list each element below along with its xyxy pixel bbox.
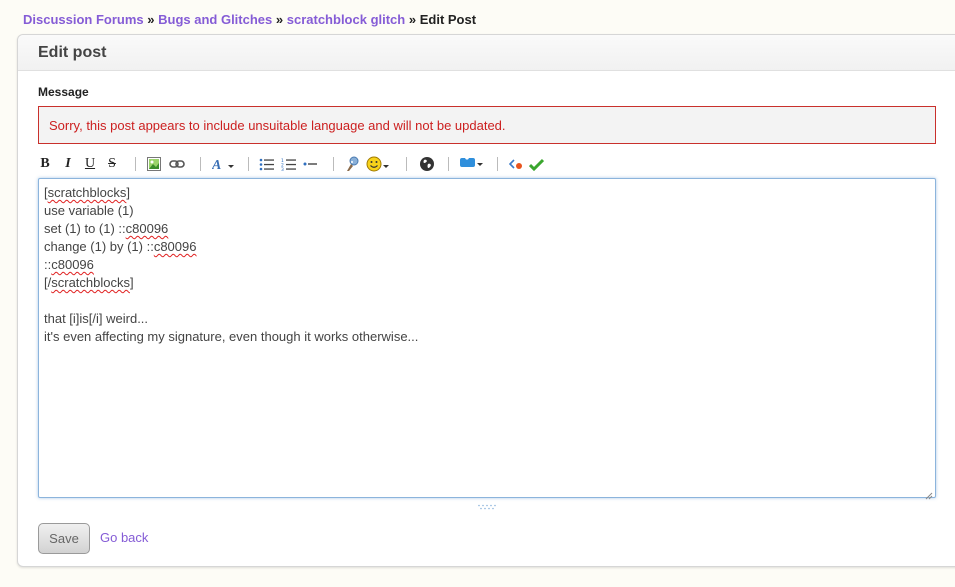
editor-toolbar: B I U S A 123 bbox=[38, 154, 638, 174]
smiley-icon[interactable] bbox=[365, 154, 391, 174]
toolbar-separator bbox=[200, 157, 201, 171]
editor-line: [scratchblocks] bbox=[44, 184, 930, 202]
editor-text: use variable (1) bbox=[44, 203, 134, 218]
strikethrough-glyph: S bbox=[108, 156, 116, 171]
misspelled-word: scratchblocks bbox=[51, 275, 130, 290]
breadcrumb-link-discussion-forums[interactable]: Discussion Forums bbox=[23, 12, 144, 27]
editor-line: [/scratchblocks] bbox=[44, 274, 930, 292]
misspelled-word: c80096 bbox=[51, 257, 94, 272]
editor-text: set (1) to (1) :: bbox=[44, 221, 126, 236]
italic-glyph: I bbox=[65, 156, 71, 171]
breadcrumb-link-bugs-and-glitches[interactable]: Bugs and Glitches bbox=[158, 12, 272, 27]
svg-text:A: A bbox=[212, 158, 221, 171]
drag-handle-icon[interactable] bbox=[477, 498, 497, 510]
toolbar-separator bbox=[406, 157, 407, 171]
image-icon[interactable] bbox=[146, 154, 162, 174]
editor-line: that [i]is[/i] weird... bbox=[44, 310, 930, 328]
svg-text:3: 3 bbox=[281, 167, 284, 171]
breadcrumb-separator: » bbox=[408, 12, 417, 27]
editor-text: ] bbox=[129, 275, 134, 290]
toolbar-separator bbox=[333, 157, 334, 171]
error-text: Sorry, this post appears to include unsu… bbox=[49, 118, 506, 133]
check-icon[interactable] bbox=[528, 154, 544, 174]
editor-line: it's even affecting my signature, even t… bbox=[44, 328, 930, 346]
message-textarea[interactable]: [scratchblocks] use variable (1) set (1) t… bbox=[38, 178, 936, 500]
list-item-icon[interactable] bbox=[302, 154, 318, 174]
link-icon[interactable] bbox=[168, 154, 186, 174]
toolbar-separator bbox=[448, 157, 449, 171]
breadcrumb-current: Edit Post bbox=[419, 12, 477, 27]
panel-header bbox=[18, 35, 955, 71]
resize-grip-icon[interactable] bbox=[925, 487, 933, 500]
font-color-icon[interactable]: A bbox=[211, 154, 237, 174]
editor-text: ] bbox=[126, 185, 130, 200]
toolbar-separator bbox=[497, 157, 498, 171]
misspelled-word: c80096 bbox=[125, 221, 169, 236]
bold-glyph: B bbox=[40, 156, 50, 171]
bold-icon[interactable]: B bbox=[38, 154, 52, 174]
breadcrumb: Discussion Forums » Bugs and Glitches » … bbox=[23, 12, 476, 27]
scratch-blocks-icon[interactable] bbox=[458, 154, 484, 174]
save-button[interactable]: Save bbox=[38, 523, 90, 554]
misspelled-word: c80096 bbox=[153, 239, 197, 254]
underline-icon[interactable]: U bbox=[83, 154, 97, 174]
strikethrough-icon[interactable]: S bbox=[105, 154, 119, 174]
italic-icon[interactable]: I bbox=[61, 154, 75, 174]
editor-text: that [i]is[/i] weird... bbox=[44, 311, 149, 326]
editor-text: change (1) by (1) :: bbox=[44, 239, 154, 254]
numbered-list-icon[interactable]: 123 bbox=[280, 154, 296, 174]
editor-line: use variable (1) bbox=[44, 202, 930, 220]
message-label: Message bbox=[38, 85, 89, 99]
page-title: Edit post bbox=[38, 44, 107, 61]
toolbar-separator bbox=[248, 157, 249, 171]
underline-glyph: U bbox=[84, 156, 96, 171]
editor-text: it's even affecting my signature, even t… bbox=[44, 329, 419, 344]
breadcrumb-link-topic[interactable]: scratchblock glitch bbox=[287, 12, 405, 27]
misspelled-word: scratchblocks bbox=[47, 185, 127, 200]
quote-icon[interactable] bbox=[344, 154, 362, 174]
editor-line: change (1) by (1) ::c80096 bbox=[44, 238, 930, 256]
preview-icon[interactable] bbox=[508, 154, 524, 174]
go-back-link[interactable]: Go back bbox=[100, 530, 148, 545]
breadcrumb-separator: » bbox=[275, 12, 284, 27]
globe-icon[interactable] bbox=[418, 154, 436, 174]
error-message: Sorry, this post appears to include unsu… bbox=[38, 106, 936, 144]
toolbar-separator bbox=[135, 157, 136, 171]
editor-line: ::c80096 bbox=[44, 256, 930, 274]
edit-post-panel: Edit post Message Sorry, this post appea… bbox=[17, 34, 955, 567]
bullet-list-icon[interactable] bbox=[258, 154, 274, 174]
breadcrumb-separator: » bbox=[147, 12, 155, 27]
editor-line: set (1) to (1) ::c80096 bbox=[44, 220, 930, 238]
